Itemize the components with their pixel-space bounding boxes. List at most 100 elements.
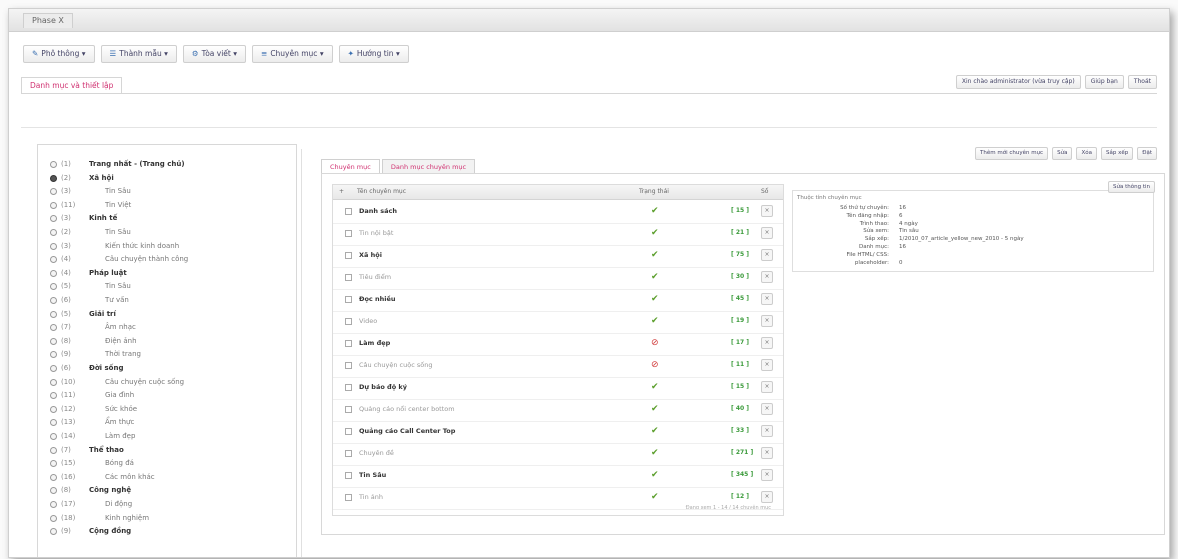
row-checkbox[interactable] bbox=[345, 208, 352, 215]
sidebar-item[interactable]: (14) Làm đẹp bbox=[50, 431, 135, 442]
toolbar-button-2[interactable]: ☰ Thành mẫu ▾ bbox=[100, 45, 177, 63]
row-name[interactable]: Tin Sâu bbox=[359, 471, 386, 479]
window-tab[interactable]: Phase X bbox=[23, 13, 73, 28]
toolbar-button-1[interactable]: ✎ Phô thông ▾ bbox=[23, 45, 95, 63]
row-action-icon[interactable]: × bbox=[761, 271, 773, 283]
row-name[interactable]: Dự báo độ ký bbox=[359, 383, 407, 391]
sidebar-item[interactable]: (16) Các môn khác bbox=[50, 472, 155, 483]
row-checkbox[interactable] bbox=[345, 384, 352, 391]
radio-button[interactable] bbox=[50, 351, 57, 359]
sidebar-item[interactable]: (9) Cộng đồng bbox=[50, 526, 131, 537]
check-status-icon[interactable]: ✔ bbox=[651, 294, 659, 304]
sidebar-item[interactable]: (5) Tin Sâu bbox=[50, 281, 131, 292]
radio-button[interactable] bbox=[50, 487, 57, 495]
check-status-icon[interactable]: ✔ bbox=[651, 316, 659, 326]
row-checkbox[interactable] bbox=[345, 428, 352, 435]
row-name[interactable]: Câu chuyện cuộc sống bbox=[359, 361, 432, 369]
sidebar-item[interactable]: (10) Câu chuyện cuộc sống bbox=[50, 377, 184, 388]
row-checkbox[interactable] bbox=[345, 318, 352, 325]
row-action-icon[interactable]: × bbox=[761, 381, 773, 393]
row-action-icon[interactable]: × bbox=[761, 425, 773, 437]
content-tab-1[interactable]: Chuyên mục bbox=[321, 159, 380, 174]
table-row[interactable]: Tin nội bật ✔ [ 21 ] × bbox=[333, 223, 783, 246]
row-action-icon[interactable]: × bbox=[761, 249, 773, 261]
table-row[interactable]: Dự báo độ ký ✔ [ 15 ] × bbox=[333, 377, 783, 400]
radio-button[interactable] bbox=[50, 269, 57, 277]
row-name[interactable]: Quảng cáo nổi center bottom bbox=[359, 405, 455, 413]
row-name[interactable]: Xã hội bbox=[359, 251, 382, 259]
table-row[interactable]: Đọc nhiều ✔ [ 45 ] × bbox=[333, 289, 783, 312]
row-checkbox[interactable] bbox=[345, 450, 352, 457]
check-status-icon[interactable]: ✔ bbox=[651, 426, 659, 436]
row-name[interactable]: Làm đẹp bbox=[359, 339, 390, 347]
table-row[interactable]: Video ✔ [ 19 ] × bbox=[333, 311, 783, 334]
sidebar-item[interactable]: (12) Sức khỏe bbox=[50, 404, 137, 415]
radio-button[interactable] bbox=[50, 229, 57, 236]
content-tool-button-3[interactable]: Xóa bbox=[1076, 147, 1097, 160]
splitter-handle[interactable] bbox=[301, 149, 306, 557]
row-action-icon[interactable]: × bbox=[761, 403, 773, 415]
table-row[interactable]: Quảng cáo Call Center Top ✔ [ 33 ] × bbox=[333, 421, 783, 444]
radio-button[interactable] bbox=[50, 201, 57, 209]
row-name[interactable]: Danh sách bbox=[359, 207, 397, 215]
sidebar-item[interactable]: (5) Giải trí bbox=[50, 309, 116, 320]
sidebar-item[interactable]: (3) Kiến thức kinh doanh bbox=[50, 241, 179, 252]
radio-button[interactable] bbox=[50, 297, 57, 304]
table-row[interactable]: Chuyên đề ✔ [ 271 ] × bbox=[333, 443, 783, 466]
radio-button[interactable] bbox=[50, 460, 57, 468]
radio-button[interactable] bbox=[50, 378, 57, 386]
table-row[interactable]: Tin Sâu ✔ [ 345 ] × bbox=[333, 465, 783, 488]
sidebar-item[interactable]: (7) Thể thao bbox=[50, 445, 124, 456]
radio-button[interactable] bbox=[50, 283, 57, 291]
content-tab-2[interactable]: Danh mục chuyên mục bbox=[381, 159, 476, 174]
radio-button[interactable] bbox=[50, 405, 57, 413]
top-tool-button-1[interactable]: Xin chào administrator (vừa truy cập) bbox=[955, 75, 1081, 89]
table-row[interactable]: Làm đẹp ⊘ [ 17 ] × bbox=[333, 333, 783, 356]
sidebar-item[interactable]: (4) Câu chuyện thành công bbox=[50, 254, 188, 265]
radio-button[interactable] bbox=[50, 337, 57, 345]
sidebar-item[interactable]: (17) Di động bbox=[50, 499, 132, 510]
row-checkbox[interactable] bbox=[345, 296, 352, 303]
content-tool-button-4[interactable]: Sắp xếp bbox=[1100, 147, 1134, 160]
row-name[interactable]: Tin ảnh bbox=[359, 493, 383, 501]
toolbar-button-3[interactable]: ⚙ Tòa viết ▾ bbox=[182, 45, 247, 63]
radio-button[interactable] bbox=[50, 215, 57, 223]
page-tab-settings[interactable]: Danh mục và thiết lập bbox=[21, 77, 123, 94]
top-tool-button-2[interactable]: Giúp bạn bbox=[1084, 75, 1124, 89]
check-status-icon[interactable]: ✔ bbox=[651, 382, 659, 392]
radio-button[interactable] bbox=[50, 473, 57, 481]
check-status-icon[interactable]: ✔ bbox=[651, 228, 659, 238]
sidebar-item[interactable]: (11) Gia đình bbox=[50, 390, 134, 401]
row-action-icon[interactable]: × bbox=[761, 359, 773, 371]
row-name[interactable]: Chuyên đề bbox=[359, 449, 394, 457]
sidebar-item[interactable]: (7) Âm nhạc bbox=[50, 322, 136, 333]
row-checkbox[interactable] bbox=[345, 274, 352, 281]
radio-button[interactable] bbox=[50, 514, 57, 522]
row-action-icon[interactable]: × bbox=[761, 447, 773, 459]
radio-button[interactable] bbox=[50, 174, 57, 182]
row-checkbox[interactable] bbox=[345, 406, 352, 413]
sidebar-item[interactable]: (18) Kinh nghiệm bbox=[50, 513, 149, 524]
check-status-icon[interactable]: ✔ bbox=[651, 448, 659, 458]
sidebar-item[interactable]: (11) Tin Việt bbox=[50, 200, 131, 211]
sidebar-item[interactable]: (3) Kinh tế bbox=[50, 213, 117, 224]
toolbar-button-4[interactable]: ≡ Chuyên mục ▾ bbox=[252, 45, 333, 63]
header-name[interactable]: Tên chuyên mục bbox=[357, 188, 406, 195]
sidebar-item[interactable]: (6) Đời sống bbox=[50, 363, 123, 374]
row-name[interactable]: Tin nội bật bbox=[359, 229, 393, 237]
row-checkbox[interactable] bbox=[345, 252, 352, 259]
row-checkbox[interactable] bbox=[345, 362, 352, 369]
row-action-icon[interactable]: × bbox=[761, 205, 773, 217]
row-name[interactable]: Quảng cáo Call Center Top bbox=[359, 427, 455, 435]
table-row[interactable]: Tiêu điểm ✔ [ 30 ] × bbox=[333, 267, 783, 290]
row-checkbox[interactable] bbox=[345, 494, 352, 501]
radio-button[interactable] bbox=[50, 392, 57, 400]
check-status-icon[interactable]: ✔ bbox=[651, 272, 659, 282]
sidebar-item[interactable]: (2) Xã hội bbox=[50, 173, 114, 184]
row-name[interactable]: Tiêu điểm bbox=[359, 273, 391, 281]
check-status-icon[interactable]: ✔ bbox=[651, 470, 659, 480]
radio-button[interactable] bbox=[50, 419, 57, 427]
row-checkbox[interactable] bbox=[345, 230, 352, 237]
radio-button[interactable] bbox=[50, 256, 57, 264]
table-row[interactable]: Danh sách ✔ [ 15 ] × bbox=[333, 201, 783, 224]
